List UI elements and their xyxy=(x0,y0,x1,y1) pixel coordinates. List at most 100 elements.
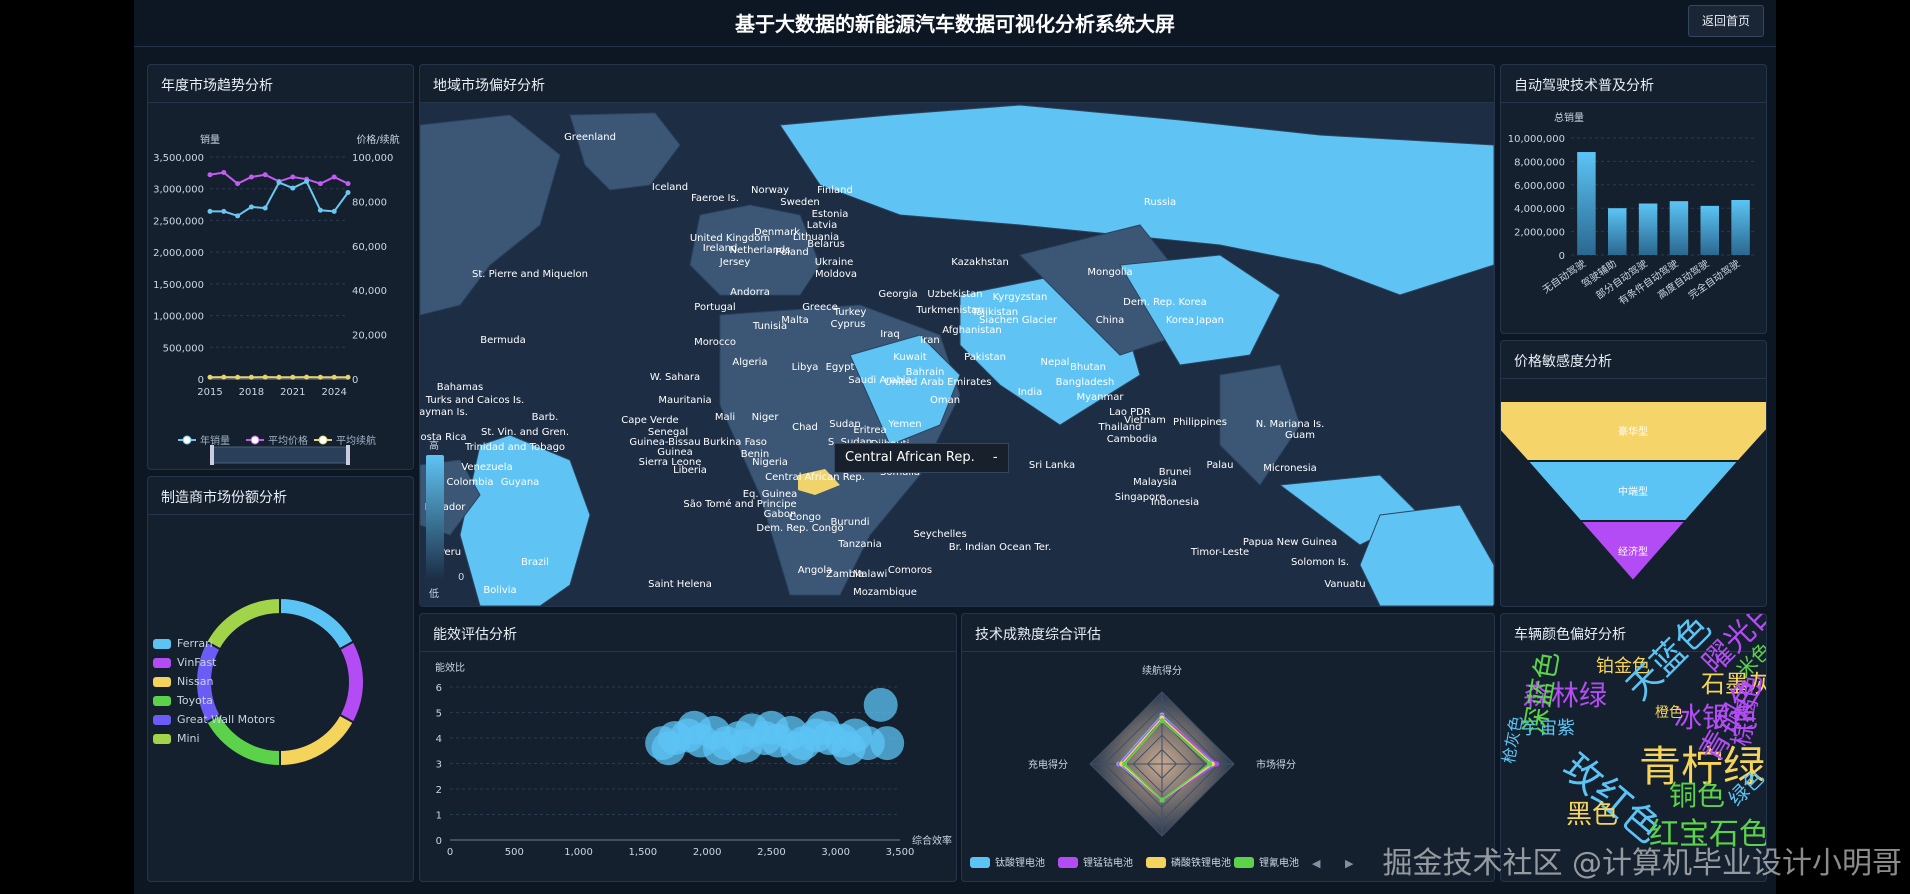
country-label: India xyxy=(1018,387,1043,398)
radar-indicator: 续航得分 xyxy=(1142,664,1182,677)
legend-marker xyxy=(182,435,192,445)
legend-label: 磷酸铁锂电池 xyxy=(1171,856,1231,869)
country-label: Iceland xyxy=(652,182,688,193)
manufacturer-panel: 制造商市场份额分析 Ferrari VinFast Nissan Toyota Grea… xyxy=(147,476,414,882)
legend-item[interactable]: Mini xyxy=(153,732,275,745)
dashboard-screen: 基于大数据的新能源汽车数据可视化分析系统大屏 返回首页 年度市场趋势分析 销量价… xyxy=(134,0,1776,894)
x-tick: 2024 xyxy=(321,387,346,398)
legend-swatch xyxy=(153,695,171,706)
country-label: Saint Helena xyxy=(648,579,712,590)
country-label: Palau xyxy=(1207,460,1234,471)
legend-label: Nissan xyxy=(177,675,214,688)
country-label: Belarus xyxy=(807,239,845,250)
back-home-button[interactable]: 返回首页 xyxy=(1688,5,1764,37)
data-point xyxy=(262,205,268,211)
country-label: Guam xyxy=(1285,430,1315,441)
funnel-label: 豪华型 xyxy=(1618,425,1648,438)
annual-trend-chart[interactable]: 销量 价格/续航 3,500,000 3,000,000 2,500,000 2,000,… xyxy=(148,65,413,469)
country-label: Japan xyxy=(1195,315,1224,326)
country-label: Eritrea xyxy=(853,425,886,436)
data-point xyxy=(248,374,254,380)
y-tick: 3 xyxy=(436,760,442,771)
y-tick-right: 80,000 xyxy=(352,197,387,208)
y-tick-left: 2,000,000 xyxy=(153,248,204,259)
country-label: Siachen Glacier xyxy=(979,315,1058,326)
y-tick-right: 20,000 xyxy=(352,331,387,342)
legend-swatch xyxy=(1146,857,1166,868)
tooltip-value: - xyxy=(992,450,998,465)
country-label: Bolivia xyxy=(483,585,516,596)
price-panel: 价格敏感度分析 豪华型 中端型 经济型 xyxy=(1500,340,1767,607)
data-point xyxy=(331,174,337,180)
data-point xyxy=(235,213,241,219)
legend-label: 钛酸锂电池 xyxy=(995,856,1045,869)
data-point xyxy=(276,374,282,380)
data-point xyxy=(317,181,323,187)
bar xyxy=(1638,203,1658,255)
scatter-point xyxy=(863,687,898,722)
country-label: Kazakhstan xyxy=(951,257,1009,268)
country-label: Niger xyxy=(752,412,780,423)
world-map[interactable]: GreenlandIcelandFaeroe Is.Norway FinlandS… xyxy=(420,65,1494,606)
legend-item[interactable]: VinFast xyxy=(153,656,275,669)
country-label: Afghanistan xyxy=(942,325,1002,336)
legend-label: Mini xyxy=(177,732,200,745)
radar-point xyxy=(1122,761,1128,767)
data-point xyxy=(290,174,296,180)
country-label: Estonia xyxy=(812,209,849,220)
country-label: China xyxy=(1096,315,1125,326)
legend-label: Great Wall Motors xyxy=(177,713,276,726)
country-label: Mali xyxy=(715,412,735,423)
efficiency-scatter-chart[interactable]: 能效比 0 1 2 3 4 5 6 0 500 1,000 1,500 2,000 2,500 3,000 3… xyxy=(420,614,956,881)
legend-next-icon: ▶ xyxy=(1345,857,1354,870)
donut-slice xyxy=(279,596,355,651)
country-label: Malaysia xyxy=(1133,477,1177,488)
funnel-label: 经济型 xyxy=(1618,545,1648,558)
legend-swatch xyxy=(970,857,990,868)
country-label: Burkina Faso xyxy=(703,437,767,448)
data-point xyxy=(345,190,351,196)
country-label: Brunei xyxy=(1159,467,1192,478)
x-axis-label: 综合效率 xyxy=(912,834,952,847)
x-tick: 3,500 xyxy=(886,847,915,858)
legend-swatch xyxy=(1234,857,1254,868)
legend-item[interactable]: Great Wall Motors xyxy=(153,713,275,726)
data-point xyxy=(221,170,227,176)
y-axis-label: 总销量 xyxy=(1554,111,1584,124)
y-tick: 0 xyxy=(1559,251,1565,262)
legend-item[interactable]: Ferrari xyxy=(153,637,275,650)
legend-marker xyxy=(318,435,328,445)
map-tooltip: Central African Rep. - xyxy=(834,443,1009,473)
country-label: Moldova xyxy=(815,269,857,280)
country-label: Bermuda xyxy=(480,335,526,346)
legend-prev-icon: ◀ xyxy=(1312,857,1321,870)
y-tick: 2 xyxy=(436,785,442,796)
country-label: Venezuela xyxy=(461,462,512,473)
country-label: Georgia xyxy=(878,289,917,300)
legend-item[interactable]: Nissan xyxy=(153,675,275,688)
country-label: Mozambique xyxy=(853,587,917,598)
y-tick: 1 xyxy=(436,811,442,822)
country-label: Finland xyxy=(817,185,853,196)
country-label: Bangladesh xyxy=(1056,377,1115,388)
y-tick-left: 2,500,000 xyxy=(153,216,204,227)
y-tick: 6,000,000 xyxy=(1514,181,1565,192)
y-tick-left: 0 xyxy=(198,375,204,386)
country-label: Cambodia xyxy=(1107,434,1158,445)
country-label: Yemen xyxy=(887,419,921,430)
autodrive-bar-chart[interactable]: 总销量 10,000,000 8,000,000 6,000,000 4,000,000… xyxy=(1501,65,1766,333)
y-tick-right: 60,000 xyxy=(352,242,387,253)
y-tick-right: 40,000 xyxy=(352,286,387,297)
scatter-point xyxy=(870,726,905,761)
data-point xyxy=(262,374,268,380)
y-tick-left: 3,000,000 xyxy=(153,185,204,196)
color-word: 铜色 xyxy=(1669,779,1726,812)
data-point xyxy=(207,172,213,178)
donut-slice xyxy=(338,640,365,724)
price-funnel-chart[interactable]: 豪华型中端型经济型 xyxy=(1501,341,1766,606)
legend-label: 平均续航 xyxy=(336,434,376,447)
legend-item[interactable]: Toyota xyxy=(153,694,275,707)
y-tick-left: 1,500,000 xyxy=(153,280,204,291)
x-tick: 2021 xyxy=(280,387,305,398)
data-point xyxy=(248,174,254,180)
